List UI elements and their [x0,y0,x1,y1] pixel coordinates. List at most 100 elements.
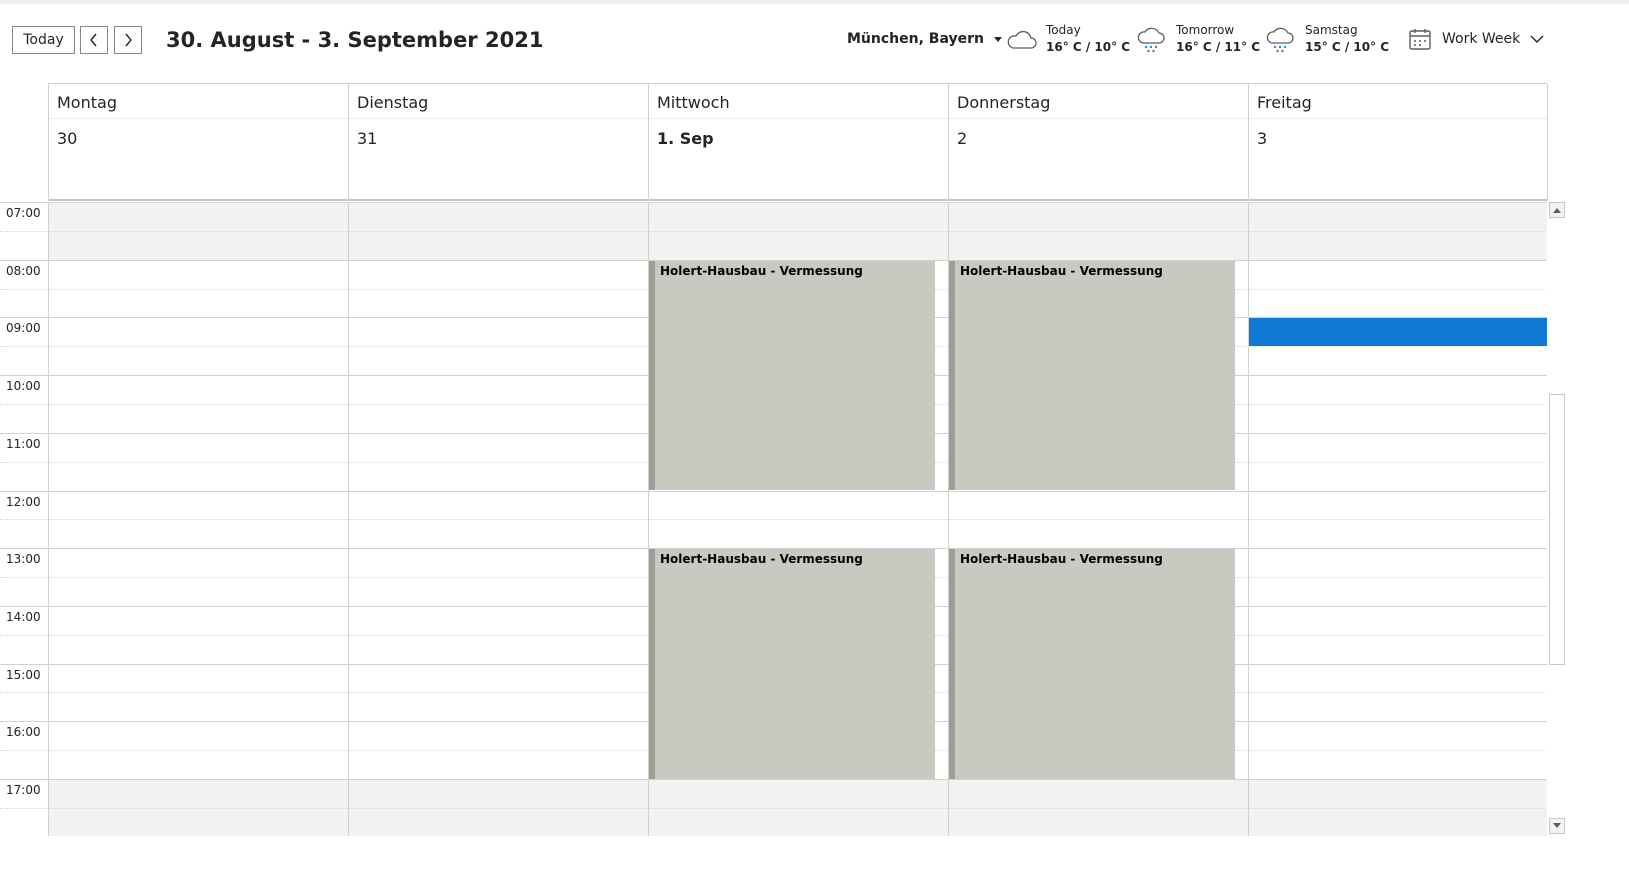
day-column[interactable] [48,202,348,836]
time-slot[interactable] [49,664,348,693]
time-slot[interactable] [1249,346,1547,375]
time-slot[interactable] [49,692,348,721]
time-slot[interactable] [1249,404,1547,433]
time-slot[interactable] [649,779,948,808]
next-week-button[interactable] [114,26,142,54]
time-slot[interactable] [49,807,348,836]
time-slot[interactable] [949,807,1248,836]
time-slot[interactable] [949,519,1248,548]
time-slot[interactable] [49,721,348,750]
time-slot[interactable] [349,289,648,318]
time-slot[interactable] [49,404,348,433]
time-slot[interactable] [49,779,348,808]
time-slot[interactable] [349,260,648,289]
time-slot[interactable] [949,230,1248,260]
time-slot[interactable] [649,202,948,231]
time-slot[interactable] [1249,807,1547,836]
calendar-event[interactable]: Holert-Hausbau - Vermessung [949,549,1235,779]
time-slot[interactable] [349,577,648,606]
day-header[interactable]: Dienstag 31 [348,84,648,201]
time-slot[interactable] [49,230,348,260]
time-slot[interactable] [49,606,348,635]
time-slot[interactable] [49,750,348,779]
time-slot[interactable] [349,779,648,808]
time-slot[interactable] [349,317,648,346]
time-slot[interactable] [349,375,648,404]
time-slot[interactable] [49,375,348,404]
time-slot[interactable] [1249,433,1547,462]
time-slot[interactable] [49,491,348,520]
calendar-event[interactable]: Holert-Hausbau - Vermessung [649,549,935,779]
time-slot[interactable] [649,491,948,520]
time-slot[interactable] [1249,721,1547,750]
time-slot[interactable] [349,230,648,260]
time-slot[interactable] [1249,606,1547,635]
time-slot[interactable] [349,519,648,548]
location-selector[interactable]: München, Bayern [847,31,1002,47]
time-slot[interactable] [649,519,948,548]
time-slot[interactable] [949,779,1248,808]
time-slot[interactable] [1249,289,1547,318]
time-slot[interactable] [1249,202,1547,231]
time-slot[interactable] [349,491,648,520]
time-slot[interactable] [1249,375,1547,404]
day-column[interactable] [348,202,648,836]
time-slot[interactable] [349,202,648,231]
time-slot[interactable] [949,491,1248,520]
day-header[interactable]: Montag 30 [48,84,348,201]
day-header[interactable]: Donnerstag 2 [948,84,1248,201]
time-slot[interactable] [1249,779,1547,808]
view-switcher[interactable]: Work Week [1408,27,1544,51]
scroll-thumb[interactable] [1549,394,1565,665]
time-slot[interactable] [349,635,648,664]
time-slot[interactable] [349,346,648,375]
weather-tomorrow[interactable]: Tomorrow 16° C / 11° C [1134,22,1260,55]
time-slot[interactable] [349,721,648,750]
day-header[interactable]: Freitag 3 [1248,84,1548,201]
time-slot[interactable] [649,230,948,260]
time-slot[interactable] [1249,577,1547,606]
scroll-down-button[interactable] [1549,818,1565,834]
previous-week-button[interactable] [80,26,108,54]
time-slot[interactable] [49,635,348,664]
time-slot[interactable] [49,260,348,289]
time-slot[interactable] [949,202,1248,231]
time-slot[interactable] [1249,548,1547,577]
time-slot[interactable] [349,750,648,779]
vertical-scrollbar[interactable] [1547,202,1567,836]
calendar-event[interactable]: Holert-Hausbau - Vermessung [949,260,1235,491]
day-header[interactable]: Mittwoch 1. Sep [648,84,948,201]
time-slot[interactable] [649,807,948,836]
time-slot[interactable] [349,404,648,433]
calendar-event[interactable]: Holert-Hausbau - Vermessung [649,260,935,491]
time-slot[interactable] [1249,664,1547,693]
weather-today[interactable]: Today 16° C / 10° C [1004,22,1130,55]
time-slot[interactable] [349,692,648,721]
time-slot[interactable] [1249,260,1547,289]
time-slot[interactable] [49,548,348,577]
time-slot[interactable] [49,433,348,462]
time-slot[interactable] [349,462,648,491]
time-slot[interactable] [49,577,348,606]
today-button[interactable]: Today [12,26,75,54]
time-slot[interactable] [349,664,648,693]
time-slot[interactable] [49,317,348,346]
time-slot[interactable] [349,606,648,635]
time-slot[interactable] [349,433,648,462]
scroll-up-button[interactable] [1549,202,1565,218]
time-slot[interactable] [1249,635,1547,664]
time-slot[interactable] [49,519,348,548]
time-slot[interactable] [1249,692,1547,721]
time-slot[interactable] [1249,462,1547,491]
time-slot[interactable] [49,202,348,231]
time-slot[interactable] [1249,519,1547,548]
time-slot[interactable] [49,346,348,375]
time-slot[interactable] [49,289,348,318]
time-slot[interactable] [1249,491,1547,520]
time-slot[interactable] [349,807,648,836]
day-column[interactable] [1248,202,1547,836]
time-slot[interactable] [349,548,648,577]
selected-time-range[interactable] [1249,318,1547,347]
time-slot[interactable] [1249,230,1547,260]
weather-saturday[interactable]: Samstag 15° C / 10° C [1263,22,1389,55]
